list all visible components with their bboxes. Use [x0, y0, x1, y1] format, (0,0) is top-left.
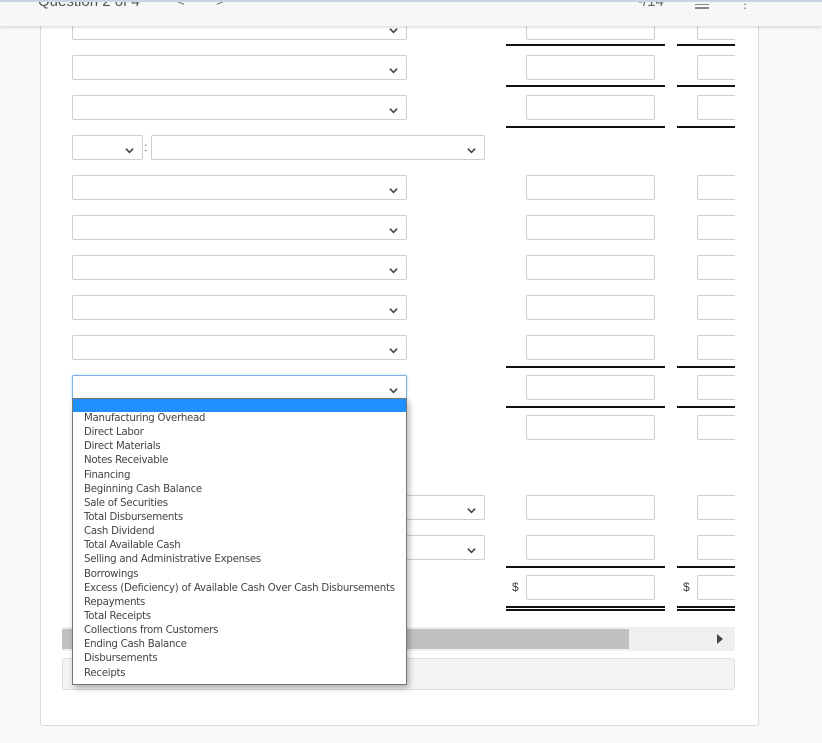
line-item-select-row-1[interactable] [72, 55, 407, 80]
chevron-down-icon [389, 182, 398, 194]
dropdown-option[interactable]: Total Disbursements [73, 511, 406, 525]
chevron-right-icon[interactable]: > [216, 2, 225, 10]
chevron-down-icon [467, 142, 476, 154]
amount-input-col2-row-8[interactable] [697, 335, 735, 360]
subtotal-rule-col2 [677, 566, 735, 568]
subtotal-rule-col2 [677, 44, 735, 46]
line-item-select-row-2[interactable] [72, 95, 407, 120]
list-icon[interactable] [695, 2, 709, 9]
currency-symbol: $ [683, 580, 690, 594]
dropdown-option[interactable]: Sale of Securities [73, 497, 406, 511]
amount-input-col1-row-13[interactable] [526, 575, 655, 600]
right-gutter [759, 26, 822, 743]
dropdown-option[interactable]: Collections from Customers [73, 624, 406, 638]
score-label: -/14 [638, 0, 664, 10]
subtotal-rule-col1 [506, 366, 665, 368]
subtotal-rule-col2 [677, 366, 735, 368]
more-vertical-icon[interactable]: ⋮ [739, 2, 751, 10]
dropdown-option[interactable]: Excess (Deficiency) of Available Cash Ov… [73, 582, 406, 596]
chevron-down-icon [389, 342, 398, 354]
amount-input-col2-row-4[interactable] [697, 175, 735, 200]
dropdown-option-blank[interactable] [73, 399, 406, 412]
dropdown-option[interactable]: Total Available Cash [73, 539, 406, 553]
chevron-down-icon [389, 102, 398, 114]
amount-input-col1-row-12[interactable] [526, 535, 655, 560]
chevron-down-icon [389, 302, 398, 314]
line-item-dropdown-list[interactable]: Manufacturing Overhead Direct Labor Direct… [72, 398, 407, 685]
line-item-prefix-select[interactable] [72, 135, 143, 160]
chevron-down-icon [389, 382, 398, 394]
amount-input-col1-row-6[interactable] [526, 255, 655, 280]
chevron-down-icon [389, 62, 398, 74]
amount-input-col2-row-6[interactable] [697, 255, 735, 280]
amount-input-col1-row-2[interactable] [526, 95, 655, 120]
chevron-down-icon [467, 542, 476, 554]
subtotal-rule-col2 [677, 85, 735, 87]
dropdown-option[interactable]: Total Receipts [73, 610, 406, 624]
line-item-select-row-5[interactable] [72, 215, 407, 240]
subtotal-rule-col1 [506, 85, 665, 87]
chevron-down-icon [467, 502, 476, 514]
dropdown-option[interactable]: Receipts [73, 667, 406, 681]
amount-input-col2-row-12[interactable] [697, 535, 735, 560]
dropdown-option[interactable]: Financing [73, 469, 406, 483]
line-item-select-row-6[interactable] [72, 255, 407, 280]
amount-input-col1-row-4[interactable] [526, 175, 655, 200]
total-double-rule-col2 [677, 606, 735, 611]
subtotal-rule-col1 [506, 406, 665, 408]
amount-input-col1-row-11[interactable] [526, 495, 655, 520]
subtotal-rule-col1 [506, 44, 665, 46]
amount-input-col1-row-9[interactable] [526, 375, 655, 400]
subtotal-rule-col2 [677, 406, 735, 408]
dropdown-option[interactable]: Selling and Administrative Expenses [73, 553, 406, 567]
line-item-select-row-9[interactable] [72, 375, 407, 400]
amount-input-col1-row-1[interactable] [526, 55, 655, 80]
line-item-select-row-8[interactable] [72, 335, 407, 360]
colon-separator: : [144, 140, 148, 154]
amount-input-col2-row-7[interactable] [697, 295, 735, 320]
dropdown-option[interactable]: Ending Cash Balance [73, 638, 406, 652]
subtotal-rule-col2 [677, 126, 735, 128]
dropdown-option[interactable]: Manufacturing Overhead [73, 412, 406, 426]
question-header: Question 2 of 4 < > -/14 ⋮ [0, 0, 822, 26]
amount-input-col1-row-5[interactable] [526, 215, 655, 240]
question-label: Question 2 of 4 [38, 0, 140, 10]
line-item-select-row-4[interactable] [72, 175, 407, 200]
dropdown-option[interactable]: Borrowings [73, 568, 406, 582]
dropdown-option[interactable]: Notes Receivable [73, 454, 406, 468]
chevron-down-icon [125, 142, 134, 154]
amount-input-col2-row-9[interactable] [697, 375, 735, 400]
dropdown-option[interactable]: Repayments [73, 596, 406, 610]
currency-symbol: $ [512, 580, 519, 594]
dropdown-option[interactable]: Cash Dividend [73, 525, 406, 539]
line-item-label-select[interactable] [151, 135, 485, 160]
subtotal-rule-col1 [506, 566, 665, 568]
dropdown-option[interactable]: Beginning Cash Balance [73, 483, 406, 497]
dropdown-option[interactable]: Direct Labor [73, 426, 406, 440]
chevron-down-icon [389, 222, 398, 234]
dropdown-option[interactable]: Disbursements [73, 652, 406, 666]
amount-input-col2-row-13[interactable] [697, 575, 735, 600]
amount-input-col2-row-1[interactable] [697, 55, 735, 80]
chevron-down-icon [389, 262, 398, 274]
amount-input-col2-row-2[interactable] [697, 95, 735, 120]
amount-input-col1-row-8[interactable] [526, 335, 655, 360]
dropdown-option[interactable]: Direct Materials [73, 440, 406, 454]
scroll-right-arrow-icon[interactable] [717, 634, 723, 644]
amount-input-col2-row-11[interactable] [697, 495, 735, 520]
amount-input-col2-row-10[interactable] [697, 415, 735, 440]
amount-input-col2-row-5[interactable] [697, 215, 735, 240]
subtotal-rule-col1 [506, 126, 665, 128]
line-item-select-row-7[interactable] [72, 295, 407, 320]
amount-input-col1-row-10[interactable] [526, 415, 655, 440]
chevron-left-icon[interactable]: < [176, 2, 185, 10]
amount-input-col1-row-7[interactable] [526, 295, 655, 320]
total-double-rule-col1 [506, 606, 665, 611]
